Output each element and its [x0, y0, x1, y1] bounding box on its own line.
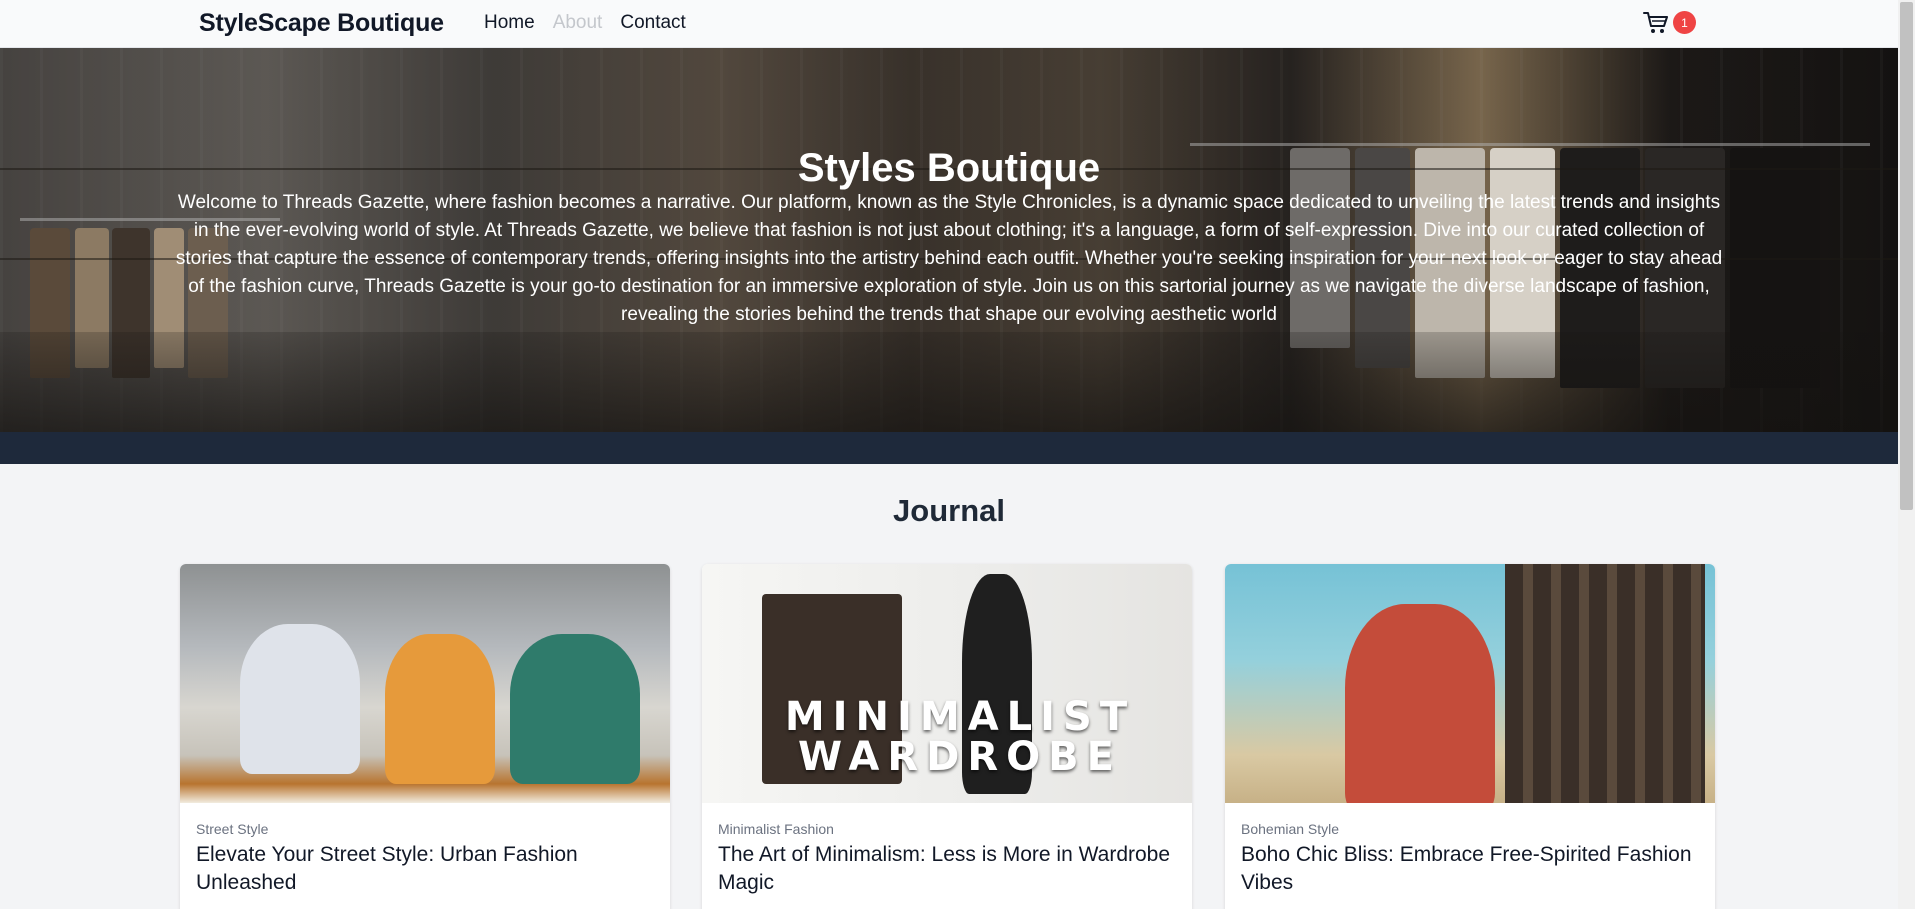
card-title[interactable]: The Art of Minimalism: Less is More in W…	[718, 841, 1178, 897]
journal-card[interactable]: MINIMALIST WARDROBE Minimalist Fashion T…	[702, 564, 1192, 909]
journal-card[interactable]: Bohemian Style Boho Chic Bliss: Embrace …	[1225, 564, 1715, 909]
shopping-cart-icon[interactable]	[1643, 11, 1669, 35]
cart-count-badge: 1	[1673, 11, 1696, 34]
card-category: Bohemian Style	[1241, 821, 1340, 837]
navbar: StyleScape Boutique Home About Contact 1	[0, 0, 1898, 48]
nav-home-link[interactable]: Home	[484, 12, 535, 34]
journal-card[interactable]: Street Style Elevate Your Street Style: …	[180, 564, 670, 909]
brand-logo[interactable]: StyleScape Boutique	[199, 9, 444, 38]
card-image-bohemian[interactable]	[1225, 564, 1715, 803]
card-category: Minimalist Fashion	[718, 821, 834, 837]
hero-title: Styles Boutique	[797, 146, 1101, 190]
journal-heading: Journal	[893, 493, 1005, 528]
card-title[interactable]: Boho Chic Bliss: Embrace Free-Spirited F…	[1241, 841, 1701, 897]
page-scrollbar[interactable]	[1898, 0, 1915, 909]
nav-about-link[interactable]: About	[553, 12, 603, 34]
card-image-street-style[interactable]	[180, 564, 670, 803]
scrollbar-thumb[interactable]	[1900, 2, 1913, 510]
hero-banner: Styles Boutique Welcome to Threads Gazet…	[0, 48, 1898, 432]
nav-links: Home About Contact	[484, 12, 704, 34]
hero-description: Welcome to Threads Gazette, where fashio…	[175, 192, 1723, 325]
nav-contact-link[interactable]: Contact	[620, 12, 685, 34]
card-title[interactable]: Elevate Your Street Style: Urban Fashion…	[196, 841, 656, 897]
card-category: Street Style	[196, 821, 269, 837]
card-image-minimalist[interactable]: MINIMALIST WARDROBE	[702, 564, 1192, 803]
card-image-text: MINIMALIST WARDROBE	[784, 694, 1136, 780]
hero-divider-band	[0, 432, 1898, 464]
